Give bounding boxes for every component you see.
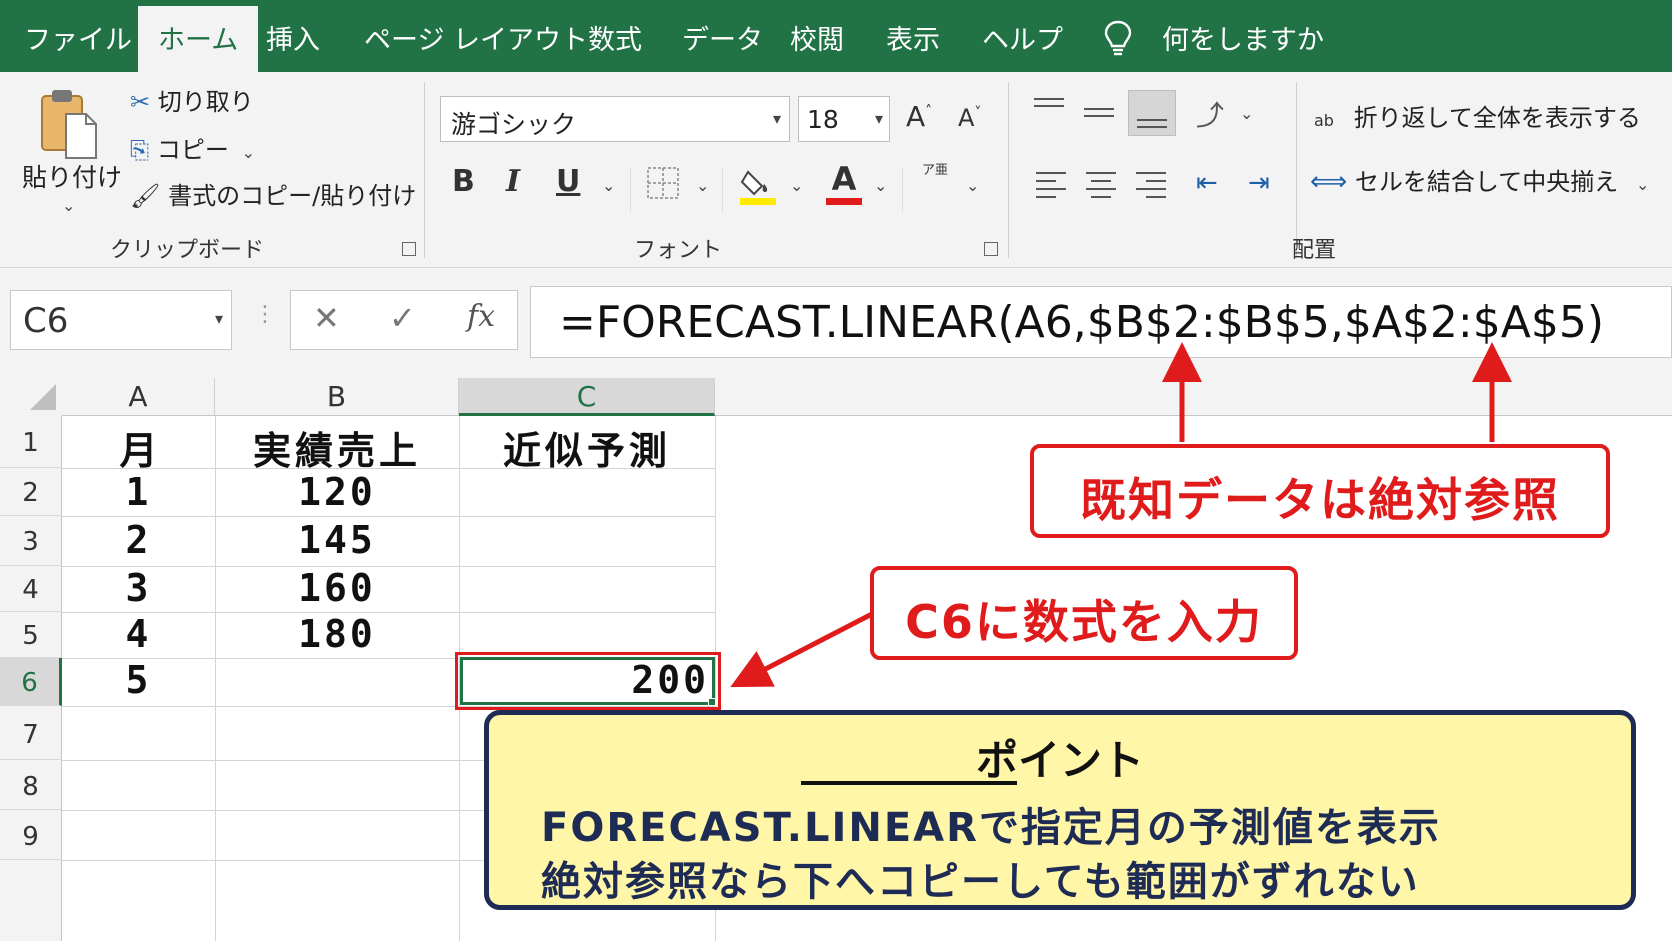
point-line-1: FORECAST.LINEARで指定月の予測値を表示 bbox=[541, 805, 1441, 851]
enter-formula-callout: C6に数式を入力 bbox=[870, 566, 1298, 660]
arrow-to-c6 bbox=[730, 611, 874, 688]
absolute-ref-callout: 既知データは絶対参照 bbox=[1030, 444, 1610, 538]
point-box: ポイント FORECAST.LINEARで指定月の予測値を表示 絶対参照なら下へ… bbox=[484, 710, 1636, 910]
point-title-underline bbox=[801, 781, 1017, 785]
point-line-2: 絶対参照なら下へコピーしても範囲がずれない bbox=[541, 859, 1420, 905]
point-title: ポイント bbox=[975, 736, 1144, 785]
